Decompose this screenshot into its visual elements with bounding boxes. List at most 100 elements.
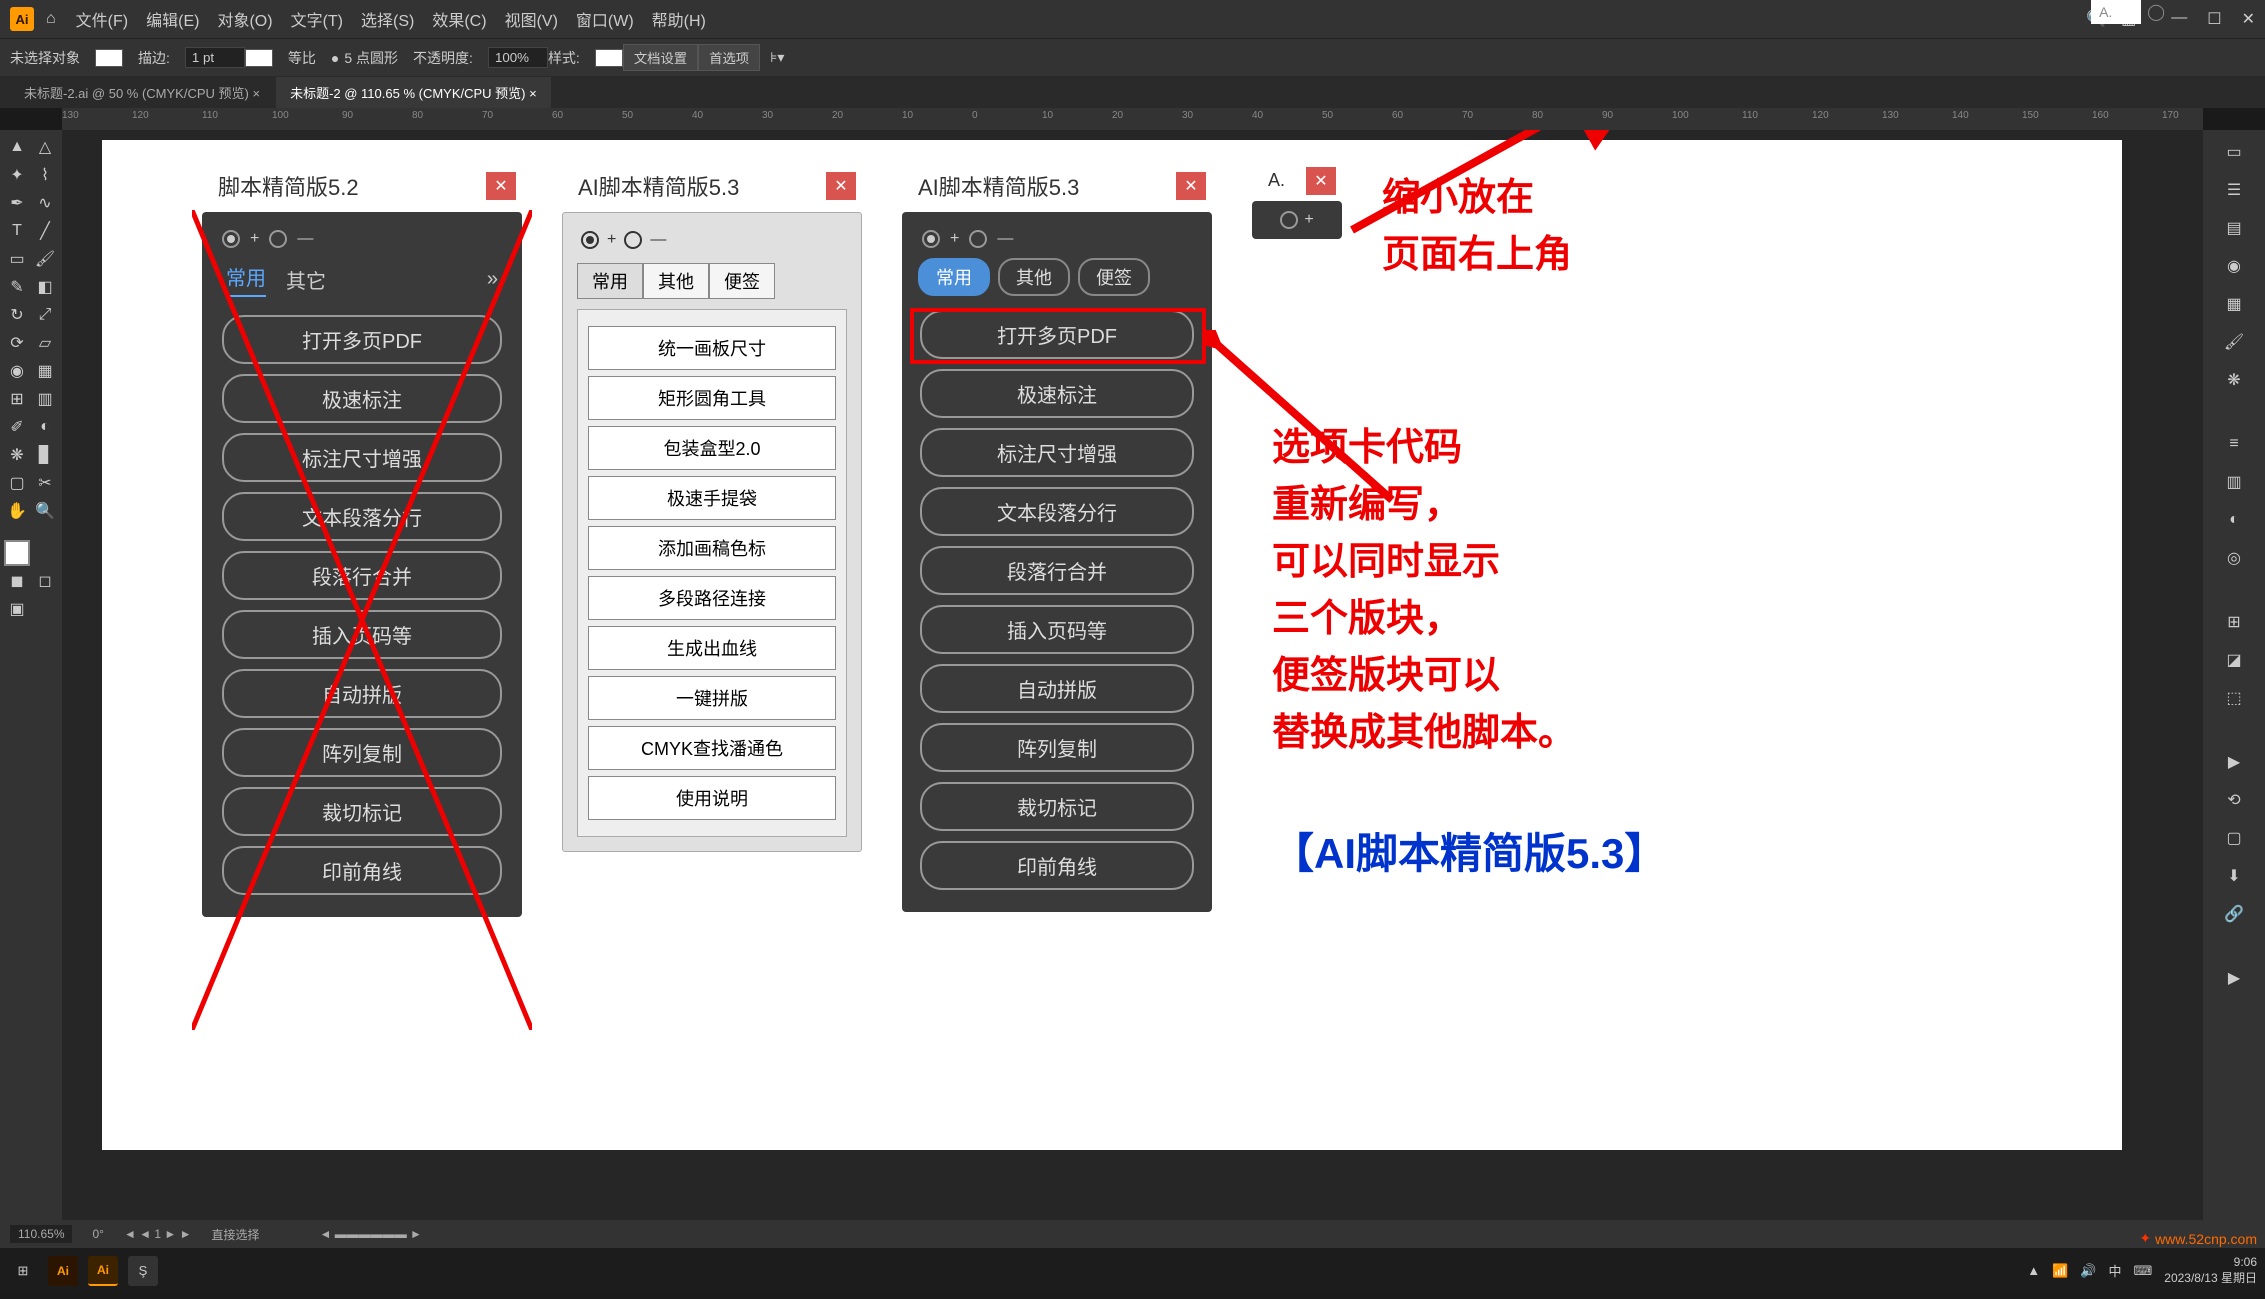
menu-file[interactable]: 文件(F) xyxy=(76,7,128,31)
panel3-tab-common[interactable]: 常用 xyxy=(918,258,990,296)
stroke-swatch[interactable] xyxy=(245,49,273,67)
menu-object[interactable]: 对象(O) xyxy=(217,7,272,31)
stroke-weight-input[interactable] xyxy=(185,47,245,68)
transform-icon[interactable]: ⬚ xyxy=(2218,682,2250,714)
panel3-tab-other[interactable]: 其他 xyxy=(998,258,1070,296)
panel3-btn-1[interactable]: 极速标注 xyxy=(920,369,1194,418)
taskbar-app-ai-active[interactable]: Ai xyxy=(88,1256,118,1286)
align-panel-icon[interactable]: ⊞ xyxy=(2218,606,2250,638)
radio-on-icon[interactable] xyxy=(581,231,599,249)
shape-builder-tool[interactable]: ◉ xyxy=(4,358,30,384)
menu-edit[interactable]: 编辑(E) xyxy=(146,7,199,31)
tray-icon-volume[interactable]: 🔊 xyxy=(2080,1263,2096,1279)
gradient-mode-icon[interactable]: ◻ xyxy=(32,568,58,594)
radio-off-icon[interactable] xyxy=(624,231,642,249)
brush-preset[interactable]: 5 点圆形 xyxy=(344,48,398,68)
panel2-btn-5[interactable]: 多段路径连接 xyxy=(588,576,836,620)
close-icon[interactable]: ✕ xyxy=(2242,9,2255,29)
uniform-label[interactable]: 等比 xyxy=(288,48,316,68)
panel2-btn-2[interactable]: 包装盒型2.0 xyxy=(588,426,836,470)
menu-window[interactable]: 窗口(W) xyxy=(576,7,634,31)
direct-select-tool[interactable]: △ xyxy=(32,134,58,160)
perspective-tool[interactable]: ▦ xyxy=(32,358,58,384)
panel4-close-button[interactable]: ✕ xyxy=(1306,167,1336,195)
curvature-tool[interactable]: ∿ xyxy=(32,190,58,216)
panel1-btn-7[interactable]: 阵列复制 xyxy=(222,728,502,777)
home-icon[interactable]: ⌂ xyxy=(46,10,56,28)
panel1-btn-0[interactable]: 打开多页PDF xyxy=(222,315,502,364)
panel1-tab-common[interactable]: 常用 xyxy=(226,262,266,297)
layers-icon[interactable]: ☰ xyxy=(2218,174,2250,206)
fill-stroke-icon[interactable] xyxy=(4,540,30,566)
panel3-tab-notes[interactable]: 便签 xyxy=(1078,258,1150,296)
screen-mode-icon[interactable]: ▣ xyxy=(4,596,30,622)
rotation-value[interactable]: 0° xyxy=(92,1227,103,1241)
color-mode-icon[interactable]: ◼ xyxy=(4,568,30,594)
panel2-btn-3[interactable]: 极速手提袋 xyxy=(588,476,836,520)
taskbar-app-other[interactable]: Ş xyxy=(128,1256,158,1286)
panel2-tab-notes[interactable]: 便签 xyxy=(709,263,775,299)
align-icon[interactable]: ⊧▾ xyxy=(770,49,784,66)
panel2-btn-7[interactable]: 一键拼版 xyxy=(588,676,836,720)
system-clock[interactable]: 9:06 2023/8/13 星期日 xyxy=(2164,1255,2257,1286)
panel1-tab-other[interactable]: 其它 xyxy=(286,265,326,294)
panel1-btn-9[interactable]: 印前角线 xyxy=(222,846,502,895)
menu-select[interactable]: 选择(S) xyxy=(361,7,414,31)
menu-effect[interactable]: 效果(C) xyxy=(432,7,486,31)
opacity-input[interactable] xyxy=(488,47,548,68)
line-tool[interactable]: ╱ xyxy=(32,218,58,244)
asset-export-icon[interactable]: ⬇ xyxy=(2218,860,2250,892)
canvas-area[interactable]: 脚本精简版5.2 ✕ + — 常用 其它 » 打开多页PDF 极速标注 xyxy=(62,130,2203,1220)
panel1-btn-8[interactable]: 裁切标记 xyxy=(222,787,502,836)
gradient-panel-icon[interactable]: ▥ xyxy=(2218,466,2250,498)
doc-setup-button[interactable]: 文档设置 xyxy=(623,44,698,71)
menu-type[interactable]: 文字(T) xyxy=(291,7,343,31)
slice-tool[interactable]: ✂ xyxy=(32,470,58,496)
panel2-tab-other[interactable]: 其他 xyxy=(643,263,709,299)
panel1-btn-6[interactable]: 自动拼版 xyxy=(222,669,502,718)
panel3-btn-3[interactable]: 文本段落分行 xyxy=(920,487,1194,536)
panel3-btn-4[interactable]: 段落行合并 xyxy=(920,546,1194,595)
symbol-sprayer-tool[interactable]: ❋ xyxy=(4,442,30,468)
menu-view[interactable]: 视图(V) xyxy=(505,7,558,31)
taskbar-app-ai[interactable]: Ai xyxy=(48,1256,78,1286)
pen-tool[interactable]: ✒ xyxy=(4,190,30,216)
panel3-btn-7[interactable]: 阵列复制 xyxy=(920,723,1194,772)
panel1-btn-5[interactable]: 插入页码等 xyxy=(222,610,502,659)
scale-tool[interactable]: ⤢ xyxy=(32,302,58,328)
eyedropper-tool[interactable]: ✐ xyxy=(4,414,30,440)
panel2-btn-0[interactable]: 统一画板尺寸 xyxy=(588,326,836,370)
artboards-panel-icon[interactable]: ▢ xyxy=(2218,822,2250,854)
scrollbar-h[interactable]: ◄ ▬▬▬▬▬▬ ► xyxy=(320,1227,422,1241)
dock-collapse-icon[interactable]: ◯ xyxy=(2147,2,2165,22)
panel2-btn-8[interactable]: CMYK查找潘通色 xyxy=(588,726,836,770)
panel2-btn-9[interactable]: 使用说明 xyxy=(588,776,836,820)
panel2-tab-common[interactable]: 常用 xyxy=(577,263,643,299)
rotate-tool[interactable]: ↻ xyxy=(4,302,30,328)
pathfinder-icon[interactable]: ◪ xyxy=(2218,644,2250,676)
symbols-icon[interactable]: ❋ xyxy=(2218,364,2250,396)
panel3-btn-9[interactable]: 印前角线 xyxy=(920,841,1194,890)
tray-icon-ime[interactable]: 中 xyxy=(2108,1261,2121,1280)
radio-off-icon[interactable] xyxy=(1280,211,1298,229)
panel1-btn-1[interactable]: 极速标注 xyxy=(222,374,502,423)
panel1-btn-2[interactable]: 标注尺寸增强 xyxy=(222,433,502,482)
zoom-tool[interactable]: 🔍 xyxy=(32,498,58,524)
panel3-btn-5[interactable]: 插入页码等 xyxy=(920,605,1194,654)
menu-help[interactable]: 帮助(H) xyxy=(652,7,706,31)
zoom-level[interactable]: 110.65% xyxy=(10,1225,72,1243)
artboard-tool[interactable]: ▢ xyxy=(4,470,30,496)
style-swatch[interactable] xyxy=(595,49,623,67)
panel1-close-button[interactable]: ✕ xyxy=(486,172,516,200)
fill-swatch[interactable] xyxy=(95,49,123,67)
mesh-tool[interactable]: ⊞ xyxy=(4,386,30,412)
artboard-nav[interactable]: ◄ ◄ 1 ► ► xyxy=(124,1227,192,1241)
brush-tool[interactable]: 🖌 xyxy=(32,246,58,272)
actions-icon[interactable]: ▶ xyxy=(2218,746,2250,778)
rectangle-tool[interactable]: ▭ xyxy=(4,246,30,272)
tray-icon-keyboard[interactable]: ⌨ xyxy=(2134,1263,2153,1279)
brushes-icon[interactable]: 🖌 xyxy=(2218,326,2250,358)
panel3-btn-8[interactable]: 裁切标记 xyxy=(920,782,1194,831)
prefs-button[interactable]: 首选项 xyxy=(698,44,760,71)
color-icon[interactable]: ◉ xyxy=(2218,250,2250,282)
